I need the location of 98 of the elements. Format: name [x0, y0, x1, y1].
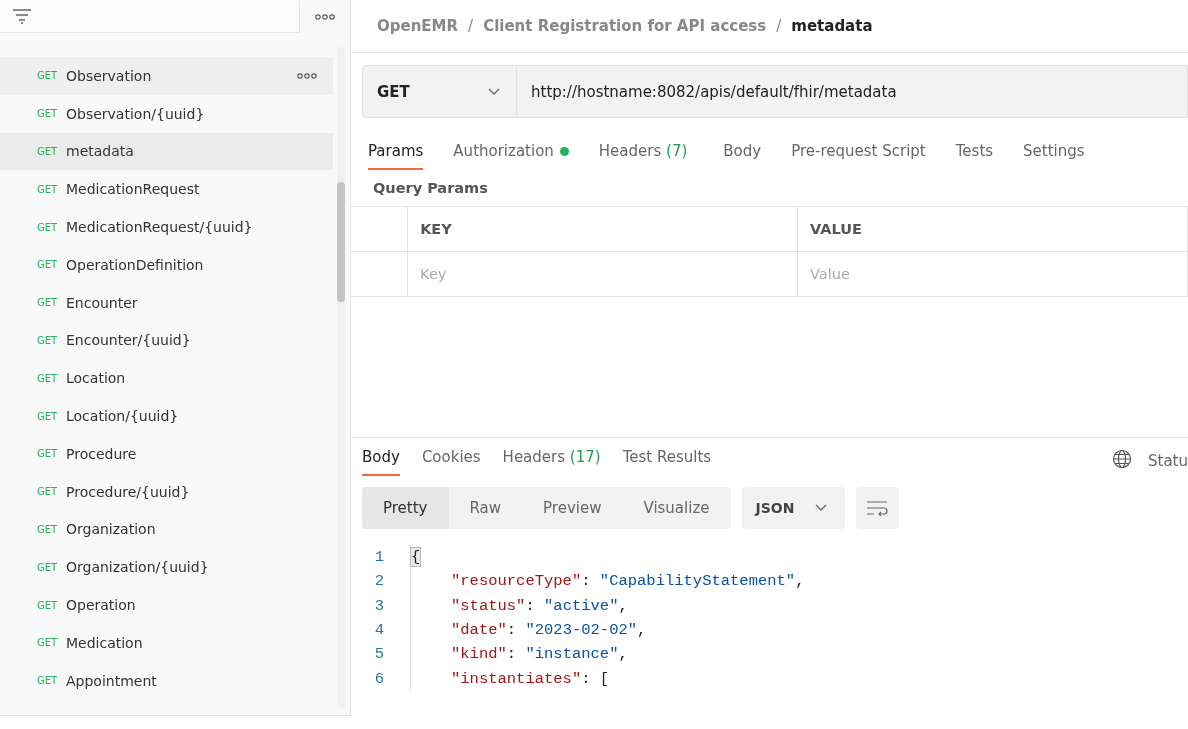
method-label: GET: [37, 448, 59, 460]
chevron-icon: [814, 504, 827, 512]
request-name: Procedure/{uuid}: [66, 483, 190, 500]
request-item[interactable]: GET Encounter/{uuid}: [0, 321, 333, 360]
method-label: GET: [37, 486, 59, 498]
request-name: Procedure: [66, 445, 137, 462]
request-item[interactable]: GET MedicationRequest: [0, 170, 333, 209]
line-number: 5: [351, 642, 411, 667]
request-item[interactable]: GET MedicationRequest/{uuid}: [0, 208, 333, 246]
view-mode-button[interactable]: Preview: [522, 487, 623, 529]
request-name: Location/{uuid}: [66, 408, 179, 425]
more-icon[interactable]: [297, 72, 317, 79]
request-item[interactable]: GET Operation: [0, 586, 333, 624]
breadcrumb-item: metadata: [791, 17, 873, 35]
filter-icon[interactable]: [12, 8, 32, 24]
response-tab[interactable]: Body: [362, 448, 400, 476]
request-tab[interactable]: Body: [723, 138, 762, 170]
globe-icon[interactable]: [1112, 449, 1132, 469]
request-name: MedicationRequest: [66, 181, 200, 198]
request-item[interactable]: GET Appointment: [0, 661, 333, 700]
request-tab[interactable]: Settings: [1023, 138, 1085, 170]
request-tab[interactable]: Headers (7): [598, 138, 688, 170]
request-name: Organization/{uuid}: [66, 559, 209, 576]
scroll-thumb[interactable]: [337, 182, 345, 302]
line-number: 2: [351, 569, 411, 594]
code-line: "instantiates": [: [450, 669, 610, 688]
request-item[interactable]: GET Medication: [0, 623, 333, 662]
method-label: GET: [37, 599, 59, 611]
request-name: Encounter: [66, 294, 138, 311]
request-item[interactable]: GET Location: [0, 359, 333, 398]
request-item[interactable]: GET OperationDefinition: [0, 246, 333, 284]
method-label: GET: [37, 561, 59, 573]
method-label: GET: [37, 146, 59, 157]
format-dropdown[interactable]: JSON: [741, 487, 845, 529]
method-label: GET: [37, 70, 59, 82]
view-mode-button[interactable]: Raw: [448, 487, 523, 529]
wrap-lines-icon: [866, 500, 888, 516]
method-label: GET: [37, 183, 59, 195]
request-name: Encounter/{uuid}: [66, 332, 191, 349]
section-title: Query Params: [373, 180, 489, 196]
view-mode-button[interactable]: Pretty: [362, 487, 449, 529]
method-label: GET: [37, 372, 59, 384]
code-line: "date": "2023-02-02",: [450, 621, 647, 640]
method-label: GET: [37, 675, 59, 687]
view-mode-button[interactable]: Visualize: [622, 487, 731, 529]
request-tab[interactable]: Authorization: [453, 138, 569, 170]
request-tab[interactable]: Params: [368, 138, 424, 170]
request-tab[interactable]: Tests: [955, 138, 994, 170]
request-name: Appointment: [66, 672, 157, 689]
response-tab[interactable]: Cookies: [421, 448, 481, 476]
method-label: GET: [37, 297, 59, 309]
request-tab[interactable]: Pre-request Script: [791, 138, 926, 170]
request-item[interactable]: GET Procedure: [0, 434, 333, 473]
method-label: GET: [37, 523, 59, 535]
request-item[interactable]: GET Encounter: [0, 283, 333, 322]
scrollbar[interactable]: [337, 47, 345, 709]
request-name: Medication: [66, 634, 143, 651]
request-item[interactable]: GET Observation/{uuid}: [0, 94, 333, 133]
breadcrumb-separator: /: [776, 17, 782, 35]
request-item[interactable]: GET Procedure/{uuid}: [0, 472, 333, 511]
more-icon[interactable]: [315, 13, 335, 20]
method-dropdown[interactable]: GET: [362, 65, 517, 118]
request-name: Operation: [66, 597, 136, 614]
code-line: "resourceType": "CapabilityStatement",: [450, 572, 805, 591]
method-label: GET: [37, 259, 59, 271]
line-number: 6: [351, 666, 411, 691]
chevron-icon: [488, 87, 500, 96]
request-item[interactable]: GET Organization/{uuid}: [0, 548, 333, 587]
method-label: GET: [37, 334, 59, 346]
line-number: 3: [351, 593, 411, 618]
request-item[interactable]: GET metadata: [0, 132, 333, 171]
response-tab[interactable]: Headers (17): [502, 448, 601, 476]
method-label: GET: [37, 108, 59, 120]
request-name: Location: [66, 370, 126, 387]
request-item[interactable]: GET Observation: [0, 57, 333, 95]
url-field[interactable]: http://hostname:8082/apis/default/fhir/metadata: [517, 65, 1188, 118]
request-name: metadata: [66, 143, 134, 160]
code-line: "kind": "instance",: [450, 645, 628, 664]
request-name: Observation: [66, 67, 152, 84]
breadcrumb-separator: /: [468, 17, 474, 35]
column-header: KEY: [408, 207, 799, 251]
wrap-button[interactable]: [855, 487, 899, 529]
method-label: GET: [37, 410, 59, 422]
request-name: Organization: [66, 521, 156, 538]
status-label: Statu: [1148, 452, 1188, 470]
method-label: GET: [37, 637, 59, 649]
code-line: "status": "active",: [450, 596, 628, 615]
request-name: OperationDefinition: [66, 256, 204, 273]
breadcrumb-item[interactable]: OpenEMR: [377, 17, 459, 35]
request-item[interactable]: GET Organization: [0, 510, 333, 549]
method-label: GET: [37, 221, 59, 233]
line-number: 4: [351, 617, 411, 643]
response-tab[interactable]: Test Results: [622, 448, 712, 476]
request-item[interactable]: GET Location/{uuid}: [0, 397, 333, 435]
breadcrumb-item[interactable]: Client Registration for API access: [483, 17, 767, 35]
request-name: MedicationRequest/{uuid}: [66, 219, 253, 236]
request-name: Observation/{uuid}: [66, 105, 205, 122]
column-header: VALUE: [798, 207, 1188, 251]
